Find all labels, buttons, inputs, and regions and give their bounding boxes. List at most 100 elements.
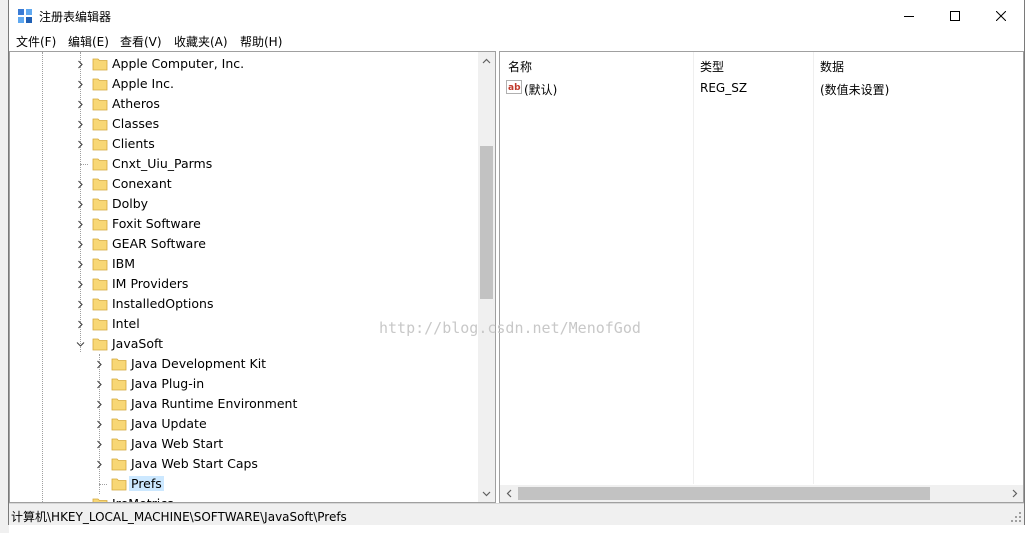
tree-node-label: Java Plug-in xyxy=(131,376,205,391)
value-row[interactable]: ab (默认) REG_SZ (数值未设置) xyxy=(500,78,1010,98)
tree-node-label: Cnxt_Uiu_Parms xyxy=(112,156,213,171)
maximize-icon xyxy=(950,10,960,21)
chevron-right-icon[interactable] xyxy=(95,400,104,409)
chevron-right-icon[interactable] xyxy=(76,60,85,69)
tree-node-label: JavaSoft xyxy=(112,336,164,351)
menu-file[interactable]: 文件(F) xyxy=(13,33,59,50)
chevron-right-icon[interactable] xyxy=(76,140,85,149)
value-name: (默认) xyxy=(524,83,558,97)
chevron-right-icon[interactable] xyxy=(76,300,85,309)
tree-node[interactable]: Apple Computer, Inc. xyxy=(10,54,480,74)
minimize-icon xyxy=(904,15,914,17)
status-bar: 计算机\HKEY_LOCAL_MACHINE\SOFTWARE\JavaSoft… xyxy=(9,503,1024,525)
tree-node-label: Java Web Start Caps xyxy=(131,456,258,471)
chevron-right-icon[interactable] xyxy=(95,380,104,389)
scroll-thumb[interactable] xyxy=(518,487,930,500)
tree-vertical-scrollbar[interactable] xyxy=(478,52,495,502)
value-data: (数值未设置) xyxy=(820,83,890,97)
key-tree-pane[interactable]: Apple Computer, Inc. Apple Inc. Atheros Cla… xyxy=(9,51,496,503)
chevron-right-icon[interactable] xyxy=(76,200,85,209)
tree-node-label: Apple Inc. xyxy=(112,76,175,91)
scroll-right-arrow[interactable] xyxy=(1006,485,1023,502)
column-header-name[interactable]: 名称 xyxy=(500,52,690,77)
tree-node[interactable]: Dolby xyxy=(10,194,480,214)
tree-node-label: Foxit Software xyxy=(112,216,201,231)
chevron-up-icon xyxy=(482,58,491,63)
title-bar[interactable]: 注册表编辑器 xyxy=(9,0,1024,31)
tree-node[interactable]: Java Development Kit xyxy=(10,354,480,374)
tree-node[interactable]: Conexant xyxy=(10,174,480,194)
chevron-right-icon[interactable] xyxy=(95,460,104,469)
content-panes: Apple Computer, Inc. Apple Inc. Atheros Cla… xyxy=(9,51,1024,503)
tree-node[interactable]: Java Web Start Caps xyxy=(10,454,480,474)
tree-node[interactable]: IM Providers xyxy=(10,274,480,294)
tree-guide-line xyxy=(80,164,88,165)
tree-node-label: InstalledOptions xyxy=(112,296,214,311)
tree-node[interactable]: Atheros xyxy=(10,94,480,114)
svg-text:ab: ab xyxy=(508,83,521,93)
folder-icon xyxy=(111,418,127,431)
menu-help[interactable]: 帮助(H) xyxy=(237,33,285,50)
tree-node[interactable]: Java Web Start xyxy=(10,434,480,454)
tree-node[interactable]: Java Plug-in xyxy=(10,374,480,394)
tree-node[interactable]: Prefs xyxy=(10,474,480,494)
tree-node-label: Conexant xyxy=(112,176,172,191)
chevron-right-icon[interactable] xyxy=(76,240,85,249)
tree-node[interactable]: Foxit Software xyxy=(10,214,480,234)
menu-favorites[interactable]: 收藏夹(A) xyxy=(171,33,231,50)
folder-icon xyxy=(92,98,108,111)
chevron-right-icon[interactable] xyxy=(76,80,85,89)
tree-node-label: Java Runtime Environment xyxy=(131,396,298,411)
menu-bar: 文件(F) 编辑(E) 查看(V) 收藏夹(A) 帮助(H) xyxy=(9,31,1024,51)
scroll-thumb[interactable] xyxy=(480,146,493,299)
tree-node[interactable]: InstalledOptions xyxy=(10,294,480,314)
tree-node-label: Dolby xyxy=(112,196,149,211)
minimize-button[interactable] xyxy=(886,0,932,31)
menu-edit[interactable]: 编辑(E) xyxy=(65,33,112,50)
folder-icon xyxy=(111,458,127,471)
tree-node[interactable]: Classes xyxy=(10,114,480,134)
chevron-right-icon xyxy=(1012,489,1017,498)
chevron-right-icon[interactable] xyxy=(76,280,85,289)
tree-node[interactable]: IBM xyxy=(10,254,480,274)
column-divider xyxy=(813,52,814,484)
tree-node[interactable]: Cnxt_Uiu_Parms xyxy=(10,154,480,174)
folder-icon xyxy=(111,358,127,371)
tree-node[interactable]: JreMetrics xyxy=(10,494,480,502)
chevron-right-icon[interactable] xyxy=(76,120,85,129)
column-header-data[interactable]: 数据 xyxy=(812,52,1012,77)
current-key-path: 计算机\HKEY_LOCAL_MACHINE\SOFTWARE\JavaSoft… xyxy=(11,510,347,524)
tree-node[interactable]: JavaSoft xyxy=(10,334,480,354)
tree-node[interactable]: Java Update xyxy=(10,414,480,434)
chevron-right-icon[interactable] xyxy=(95,360,104,369)
chevron-right-icon[interactable] xyxy=(95,440,104,449)
menu-view[interactable]: 查看(V) xyxy=(117,33,165,50)
close-button[interactable] xyxy=(978,0,1024,31)
tree-guide-line xyxy=(99,484,107,485)
scroll-up-arrow[interactable] xyxy=(478,52,495,69)
tree-node[interactable]: Apple Inc. xyxy=(10,74,480,94)
maximize-button[interactable] xyxy=(932,0,978,31)
chevron-right-icon[interactable] xyxy=(76,320,85,329)
resize-grip-icon[interactable] xyxy=(1010,511,1022,523)
tree-node[interactable]: GEAR Software xyxy=(10,234,480,254)
list-horizontal-scrollbar[interactable] xyxy=(500,485,1023,502)
folder-icon xyxy=(92,118,108,131)
tree-node[interactable]: Clients xyxy=(10,134,480,154)
folder-icon xyxy=(111,438,127,451)
chevron-right-icon[interactable] xyxy=(76,180,85,189)
scroll-down-arrow[interactable] xyxy=(478,485,495,502)
value-list-pane[interactable]: 名称 类型 数据 ab (默认) REG_SZ (数值未设置) xyxy=(499,51,1024,503)
open-folder-icon xyxy=(92,338,108,351)
chevron-down-icon[interactable] xyxy=(76,340,85,349)
chevron-right-icon[interactable] xyxy=(76,100,85,109)
value-type: REG_SZ xyxy=(700,81,748,95)
chevron-right-icon[interactable] xyxy=(95,420,104,429)
chevron-right-icon[interactable] xyxy=(76,220,85,229)
scroll-left-arrow[interactable] xyxy=(500,485,517,502)
folder-icon xyxy=(92,78,108,91)
tree-node-label: JreMetrics xyxy=(110,496,176,502)
chevron-right-icon[interactable] xyxy=(76,260,85,269)
column-header-type[interactable]: 类型 xyxy=(692,52,812,77)
tree-node[interactable]: Java Runtime Environment xyxy=(10,394,480,414)
